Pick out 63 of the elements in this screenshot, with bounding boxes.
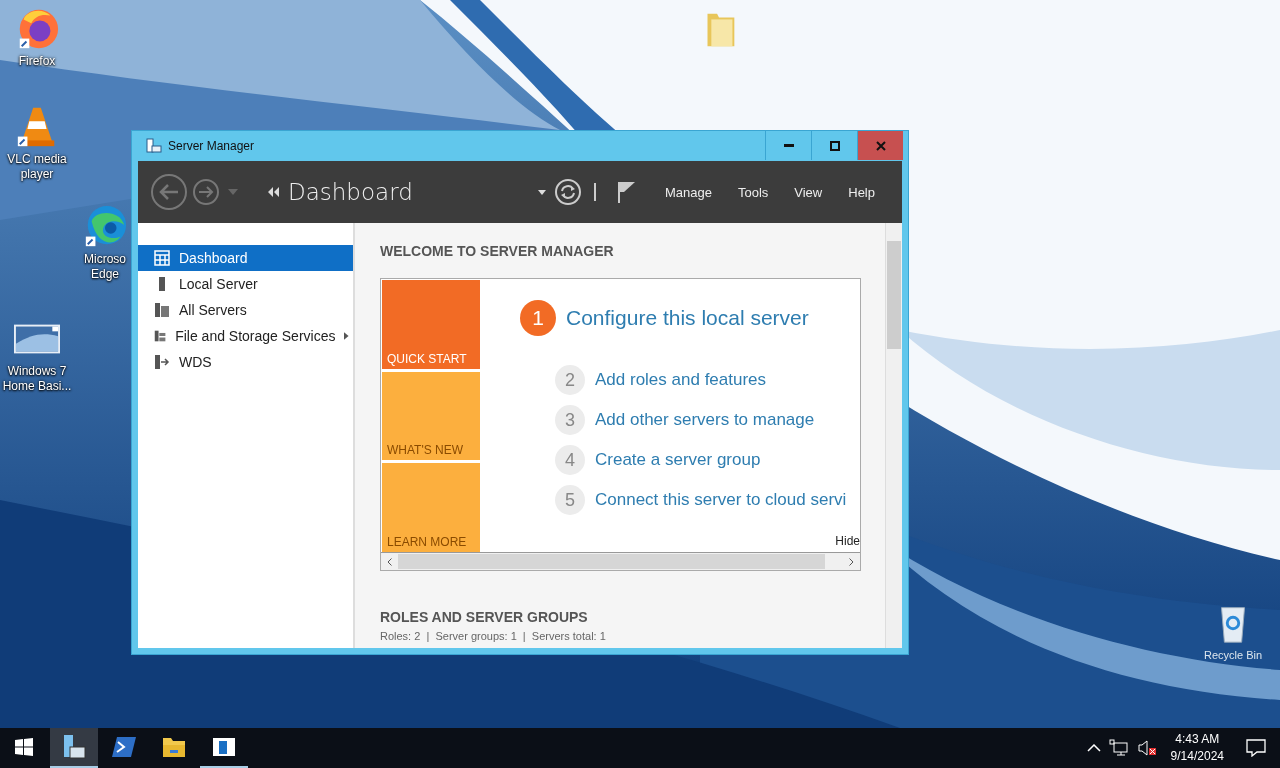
desktop-icon-label: Firefox	[18, 54, 56, 69]
step-link[interactable]: Add other servers to manage	[595, 410, 815, 430]
powershell-icon	[112, 736, 136, 758]
servers-icon	[154, 302, 170, 318]
desktop-icon-label: Microso Edge	[84, 252, 126, 282]
section-heading: WELCOME TO SERVER MANAGER	[380, 243, 615, 259]
flag-icon	[615, 180, 636, 204]
desktop-icon-label: VLC media player	[7, 152, 67, 182]
wallpaper-thumbnail-icon[interactable]	[14, 324, 60, 354]
step-link[interactable]: Create a server group	[595, 450, 761, 470]
close-button[interactable]	[857, 131, 903, 160]
vertical-scrollbar[interactable]	[885, 223, 902, 648]
step-number: 5	[555, 485, 585, 515]
taskbar-app[interactable]	[50, 728, 98, 768]
back-icon	[150, 173, 188, 211]
step-number: 3	[555, 405, 585, 435]
grid-icon	[154, 250, 170, 266]
network-icon[interactable]	[1108, 739, 1129, 757]
server-manager-icon	[61, 734, 87, 760]
tile[interactable]: WHAT'S NEW	[382, 371, 480, 461]
breadcrumb-title: Dashboard	[288, 179, 413, 205]
menu-item[interactable]: Manage	[651, 180, 725, 204]
notifications-icon[interactable]	[1246, 739, 1266, 757]
double-arrow-icon	[268, 187, 280, 197]
storage-icon	[154, 328, 167, 344]
clock-date[interactable]: 9/14/2024	[1170, 748, 1224, 765]
scroll-right-icon[interactable]	[849, 557, 854, 566]
maximize-icon	[829, 140, 840, 151]
deploy-icon	[154, 354, 170, 370]
sidebar-item[interactable]: Dashboard	[138, 245, 353, 271]
menu-item[interactable]: Help	[835, 180, 888, 204]
forward-button[interactable]	[190, 178, 222, 206]
caret-icon[interactable]	[537, 189, 546, 195]
desktop-icon-label: Windows 7 Home Basi...	[2, 364, 72, 394]
menu-item[interactable]: Tools	[724, 180, 782, 204]
step-number: 4	[555, 445, 585, 475]
step-number: 1	[520, 300, 556, 336]
folder-icon	[162, 736, 186, 758]
refresh-icon	[553, 178, 582, 206]
window-title: Server Manager	[168, 139, 255, 153]
expand-icon[interactable]	[344, 331, 349, 341]
windows-logo-icon	[15, 738, 33, 756]
step-number: 2	[555, 365, 585, 395]
server-manager-icon	[146, 138, 162, 154]
forward-icon	[192, 178, 220, 206]
horizontal-scrollbar[interactable]	[381, 552, 860, 570]
step-link[interactable]: Connect this server to cloud servi	[595, 490, 847, 510]
step-link[interactable]: Configure this local server	[566, 306, 809, 330]
close-icon	[875, 140, 886, 151]
menu-item[interactable]: View	[781, 180, 836, 204]
step-link[interactable]: Add roles and features	[595, 370, 767, 390]
scroll-left-icon[interactable]	[387, 557, 392, 566]
tile[interactable]: LEARN MORE	[382, 463, 480, 552]
minimize-icon	[783, 144, 794, 147]
window-icon	[213, 738, 235, 756]
chevron-up-icon[interactable]	[1086, 744, 1101, 752]
clock-time[interactable]: 4:43 AM	[1175, 731, 1220, 748]
roles-summary: Roles: 2 | Server groups: 1 | Servers total: 1	[380, 630, 607, 642]
desktop-icon-label: Recycle Bin	[1203, 648, 1263, 663]
hide-link[interactable]: Hide	[835, 534, 860, 548]
back-button[interactable]	[148, 173, 190, 211]
section-heading: ROLES AND SERVER GROUPS	[380, 609, 589, 625]
volume-icon[interactable]	[1136, 739, 1157, 757]
